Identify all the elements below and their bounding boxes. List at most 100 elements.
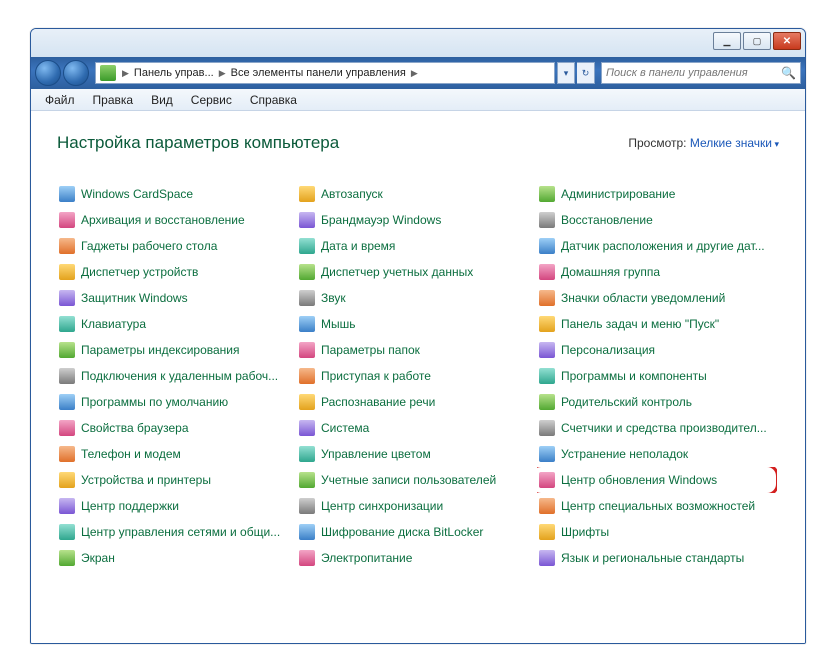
applet-icon — [59, 446, 75, 462]
applet-label: Звук — [321, 291, 346, 305]
control-panel-item[interactable]: Панель задач и меню "Пуск" — [537, 311, 777, 337]
control-panel-item[interactable]: Родительский контроль — [537, 389, 777, 415]
forward-button[interactable] — [63, 60, 89, 86]
search-input[interactable] — [606, 67, 781, 79]
menu-view[interactable]: Вид — [143, 91, 181, 109]
control-panel-item[interactable]: Центр поддержки — [57, 493, 297, 519]
applet-label: Клавиатура — [81, 317, 146, 331]
back-button[interactable] — [35, 60, 61, 86]
control-panel-item[interactable]: Устранение неполадок — [537, 441, 777, 467]
control-panel-item[interactable]: Значки области уведомлений — [537, 285, 777, 311]
control-panel-item[interactable]: Автозапуск — [297, 181, 537, 207]
breadcrumb[interactable]: ▶ Панель управ... ▶ Все элементы панели … — [95, 62, 555, 84]
applet-icon — [59, 264, 75, 280]
control-panel-item[interactable]: Брандмауэр Windows — [297, 207, 537, 233]
applet-label: Персонализация — [561, 343, 655, 357]
control-panel-item[interactable]: Архивация и восстановление — [57, 207, 297, 233]
chevron-right-icon: ▶ — [217, 68, 228, 79]
menu-help[interactable]: Справка — [242, 91, 305, 109]
control-panel-item[interactable]: Язык и региональные стандарты — [537, 545, 777, 571]
control-panel-item[interactable]: Параметры индексирования — [57, 337, 297, 363]
control-panel-item[interactable]: Центр специальных возможностей — [537, 493, 777, 519]
applet-label: Счетчики и средства производител... — [561, 421, 767, 435]
control-panel-item[interactable]: Программы по умолчанию — [57, 389, 297, 415]
applet-icon — [299, 472, 315, 488]
control-panel-item[interactable]: Датчик расположения и другие дат... — [537, 233, 777, 259]
applet-icon — [539, 316, 555, 332]
menu-tools[interactable]: Сервис — [183, 91, 240, 109]
applet-icon — [299, 498, 315, 514]
menu-file[interactable]: Файл — [37, 91, 83, 109]
control-panel-item[interactable]: Распознавание речи — [297, 389, 537, 415]
control-panel-item[interactable]: Персонализация — [537, 337, 777, 363]
close-button[interactable]: ✕ — [773, 32, 801, 50]
control-panel-item[interactable]: Дата и время — [297, 233, 537, 259]
applet-icon — [539, 238, 555, 254]
applet-label: Центр управления сетями и общи... — [81, 525, 280, 539]
control-panel-item[interactable]: Система — [297, 415, 537, 441]
control-panel-item[interactable]: Счетчики и средства производител... — [537, 415, 777, 441]
maximize-button[interactable]: ▢ — [743, 32, 771, 50]
refresh-button[interactable]: ↻ — [577, 62, 595, 84]
control-panel-item[interactable]: Программы и компоненты — [537, 363, 777, 389]
control-panel-item[interactable]: Свойства браузера — [57, 415, 297, 441]
applet-label: Windows CardSpace — [81, 187, 193, 201]
control-panel-item[interactable]: Телефон и модем — [57, 441, 297, 467]
applet-icon — [299, 394, 315, 410]
control-panel-item[interactable]: Управление цветом — [297, 441, 537, 467]
applet-icon — [299, 212, 315, 228]
control-panel-item[interactable]: Администрирование — [537, 181, 777, 207]
control-panel-item[interactable]: Центр управления сетями и общи... — [57, 519, 297, 545]
control-panel-item[interactable]: Звук — [297, 285, 537, 311]
titlebar: ▁ ▢ ✕ — [31, 29, 805, 57]
control-panel-item[interactable]: Восстановление — [537, 207, 777, 233]
minimize-button[interactable]: ▁ — [713, 32, 741, 50]
applet-label: Центр поддержки — [81, 499, 179, 513]
applet-label: Параметры индексирования — [81, 343, 239, 357]
control-panel-item[interactable]: Параметры папок — [297, 337, 537, 363]
applet-icon — [299, 238, 315, 254]
applet-icon — [539, 394, 555, 410]
applet-label: Параметры папок — [321, 343, 420, 357]
menu-edit[interactable]: Правка — [85, 91, 142, 109]
applet-label: Восстановление — [561, 213, 653, 227]
control-panel-item[interactable]: Экран — [57, 545, 297, 571]
control-panel-item[interactable]: Электропитание — [297, 545, 537, 571]
control-panel-item[interactable]: Подключения к удаленным рабоч... — [57, 363, 297, 389]
applet-label: Управление цветом — [321, 447, 431, 461]
search-box[interactable]: 🔍 — [601, 62, 801, 84]
control-panel-item[interactable]: Шифрование диска BitLocker — [297, 519, 537, 545]
applet-label: Центр синхронизации — [321, 499, 443, 513]
applet-icon — [299, 186, 315, 202]
control-panel-item[interactable]: Приступая к работе — [297, 363, 537, 389]
breadcrumb-seg-1[interactable]: Панель управ... — [131, 67, 217, 79]
control-panel-item[interactable]: Диспетчер устройств — [57, 259, 297, 285]
control-panel-item[interactable]: Гаджеты рабочего стола — [57, 233, 297, 259]
breadcrumb-seg-2[interactable]: Все элементы панели управления — [228, 67, 409, 79]
control-panel-item[interactable]: Домашняя группа — [537, 259, 777, 285]
applet-label: Свойства браузера — [81, 421, 189, 435]
control-panel-item[interactable]: Диспетчер учетных данных — [297, 259, 537, 285]
control-panel-item[interactable]: Мышь — [297, 311, 537, 337]
applet-icon — [299, 316, 315, 332]
control-panel-item[interactable]: Устройства и принтеры — [57, 467, 297, 493]
applet-icon — [59, 498, 75, 514]
control-panel-item[interactable]: Центр синхронизации — [297, 493, 537, 519]
applet-label: Подключения к удаленным рабоч... — [81, 369, 278, 383]
applet-icon — [539, 290, 555, 306]
applet-icon — [539, 212, 555, 228]
control-panel-item[interactable]: Шрифты — [537, 519, 777, 545]
applet-label: Центр специальных возможностей — [561, 499, 755, 513]
content-area: Настройка параметров компьютера Просмотр… — [31, 111, 805, 643]
control-panel-item[interactable]: Клавиатура — [57, 311, 297, 337]
control-panel-item[interactable]: Защитник Windows — [57, 285, 297, 311]
breadcrumb-dropdown[interactable]: ▾ — [557, 62, 575, 84]
applet-icon — [59, 368, 75, 384]
control-panel-item[interactable]: Windows CardSpace — [57, 181, 297, 207]
view-mode-dropdown[interactable]: Мелкие значки — [690, 136, 779, 150]
view-selector: Просмотр: Мелкие значки — [628, 136, 779, 150]
applet-label: Язык и региональные стандарты — [561, 551, 744, 565]
applet-label: Электропитание — [321, 551, 412, 565]
control-panel-item[interactable]: Учетные записи пользователей — [297, 467, 537, 493]
control-panel-item[interactable]: Центр обновления Windows — [537, 467, 777, 493]
